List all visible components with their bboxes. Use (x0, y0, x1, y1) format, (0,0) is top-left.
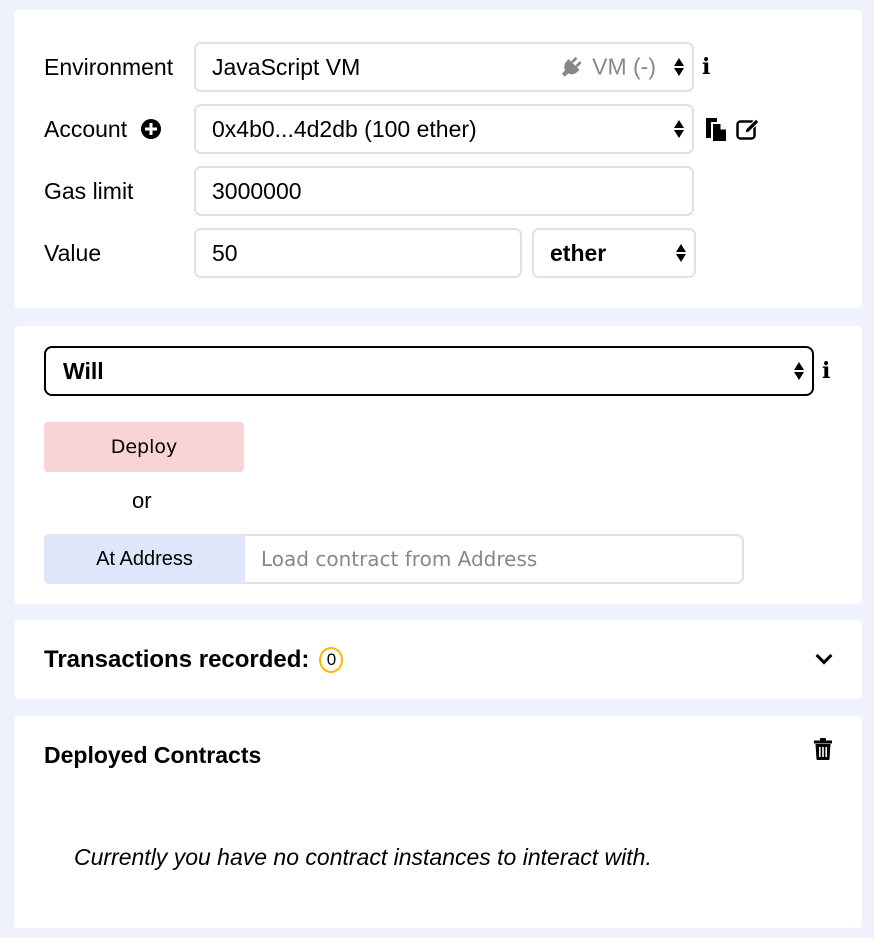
address-input[interactable]: Load contract from Address (245, 534, 744, 584)
gas-limit-label: Gas limit (44, 177, 134, 204)
edit-icon[interactable] (736, 118, 762, 140)
contract-name: Will (63, 357, 104, 384)
environment-label: Environment (44, 53, 174, 80)
plug-icon (561, 56, 582, 77)
empty-instances-message: Currently you have no contract instances… (74, 844, 652, 870)
environment-value: JavaScript VM (212, 53, 361, 80)
transactions-title-text: Transactions recorded: (44, 646, 310, 673)
select-arrows-icon (674, 58, 684, 76)
value-row: Value (44, 228, 194, 278)
select-arrows-icon (794, 362, 804, 380)
contract-info-icon[interactable]: i (822, 358, 830, 384)
deployed-contracts-title: Deployed Contracts (44, 742, 262, 768)
account-row: Account (44, 104, 194, 154)
trash-icon[interactable] (814, 738, 832, 760)
transactions-panel[interactable]: Transactions recorded: 0 (14, 620, 862, 699)
environment-select[interactable]: JavaScript VM VM (-) (194, 42, 694, 92)
environment-info-icon[interactable]: i (702, 54, 710, 80)
account-label-text: Account (44, 115, 128, 142)
value-label: Value (44, 239, 102, 266)
deploy-button[interactable]: Deploy (44, 422, 244, 472)
plus-circle-icon[interactable] (141, 119, 162, 139)
select-arrows-icon (674, 120, 684, 138)
value-amount: 50 (212, 239, 238, 266)
value-input[interactable]: 50 (194, 228, 522, 278)
account-select[interactable]: 0x4b0...4d2db (100 ether) (194, 104, 694, 154)
value-unit-select[interactable]: ether (532, 228, 696, 278)
network-name: VM (-) (592, 53, 656, 80)
deployed-contracts-panel: Deployed Contracts Currently you have no… (14, 716, 862, 928)
account-label: Account (44, 116, 194, 143)
or-label: or (132, 488, 152, 513)
gas-limit-input[interactable]: 3000000 (194, 166, 694, 216)
value-unit: ether (550, 239, 607, 266)
run-settings-panel: Environment JavaScript VM VM (-) i Accou… (14, 10, 862, 308)
at-address-group: At Address Load contract from Address (44, 534, 744, 584)
environment-row: Environment (44, 42, 194, 92)
copy-icon[interactable] (704, 116, 728, 142)
gas-limit-value: 3000000 (212, 177, 302, 204)
transactions-count-badge: 0 (319, 647, 344, 673)
at-address-button[interactable]: At Address (44, 534, 245, 584)
deploy-panel: Will i Deploy or At Address Load contrac… (14, 326, 862, 604)
select-arrows-icon (676, 244, 686, 262)
chevron-down-icon[interactable] (815, 647, 833, 665)
network-indicator: VM (-) (558, 54, 656, 81)
transactions-title: Transactions recorded: 0 (44, 646, 344, 674)
gas-limit-row: Gas limit (44, 166, 194, 216)
contract-select[interactable]: Will (44, 346, 814, 396)
account-value: 0x4b0...4d2db (100 ether) (212, 115, 477, 142)
